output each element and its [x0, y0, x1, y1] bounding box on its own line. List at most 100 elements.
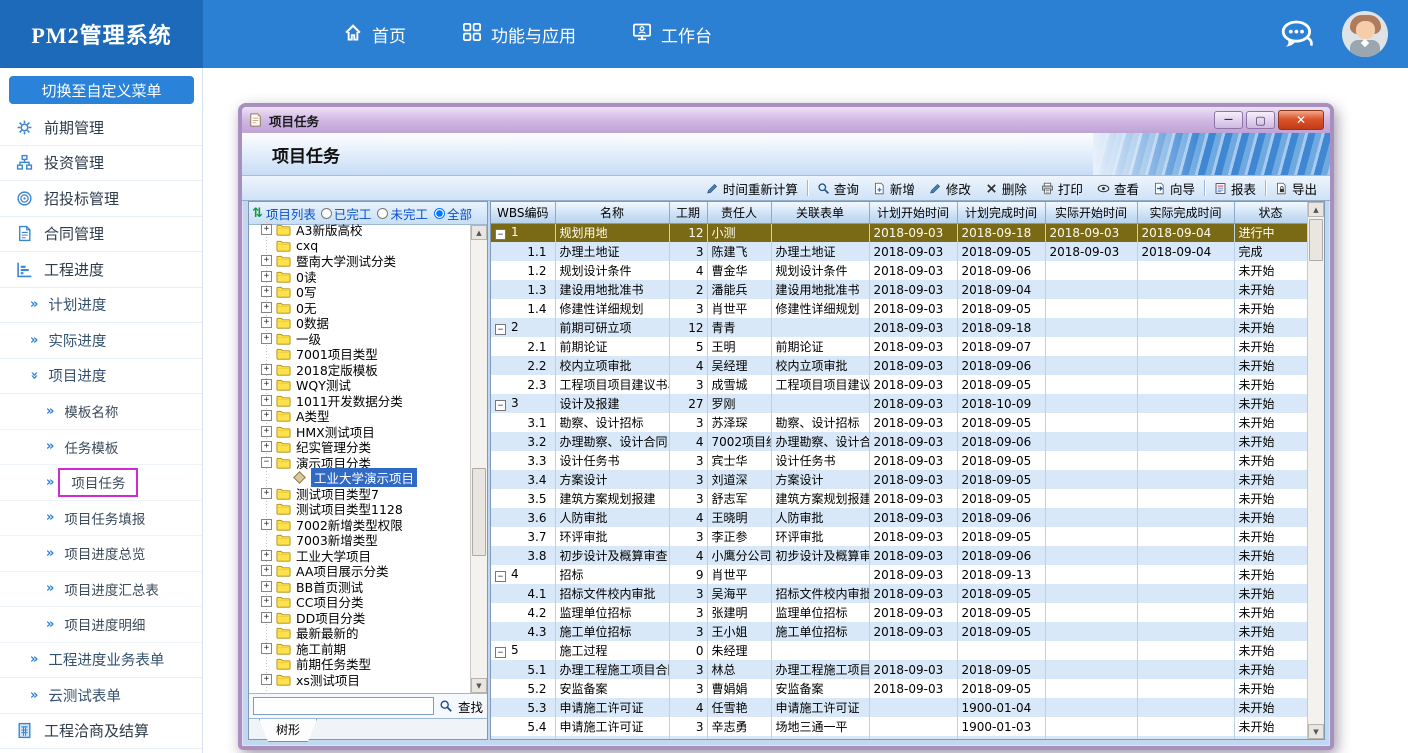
- table-row[interactable]: 1.1办理土地证3陈建飞办理土地证2018-09-032018-09-05201…: [491, 242, 1307, 261]
- edit-button[interactable]: 修改: [922, 177, 978, 200]
- table-row[interactable]: 4.3施工单位招标3王小姐施工单位招标2018-09-032018-09-05未…: [491, 622, 1307, 641]
- sidebar-item-cloud-test-forms[interactable]: »云测试表单: [0, 678, 202, 714]
- expand-icon[interactable]: +: [261, 426, 272, 437]
- nav-item-workbench[interactable]: 工作台: [632, 22, 712, 47]
- sidebar-item-contract[interactable]: 合同管理: [0, 217, 202, 253]
- column-header-3[interactable]: 责任人: [707, 202, 771, 223]
- table-row[interactable]: 1.3建设用地批准书2潘能兵建设用地批准书2018-09-032018-09-0…: [491, 280, 1307, 299]
- table-row[interactable]: 1.2规划设计条件4曹金华规划设计条件2018-09-032018-09-06未…: [491, 261, 1307, 280]
- column-header-6[interactable]: 计划完成时间: [957, 202, 1045, 223]
- expand-icon[interactable]: +: [261, 643, 272, 654]
- sidebar-item-task-template[interactable]: »任务模板: [0, 430, 202, 466]
- export-button[interactable]: 导出: [1268, 177, 1324, 200]
- row-collapse-icon[interactable]: −: [495, 571, 506, 582]
- table-scroll-thumb[interactable]: [1309, 219, 1323, 261]
- sidebar-item-progress-overview[interactable]: »项目进度总览: [0, 536, 202, 572]
- row-collapse-icon[interactable]: −: [495, 324, 506, 335]
- expand-icon[interactable]: +: [261, 441, 272, 452]
- collapse-icon[interactable]: −: [261, 457, 272, 468]
- expand-icon[interactable]: +: [261, 271, 272, 282]
- column-header-0[interactable]: WBS编码: [491, 202, 555, 223]
- expand-icon[interactable]: +: [261, 224, 272, 235]
- nav-item-apps[interactable]: 功能与应用: [462, 22, 576, 47]
- filter-uncompleted[interactable]: 未完工: [377, 204, 428, 223]
- tree-scroll-thumb[interactable]: [472, 468, 486, 556]
- sidebar-item-actual-progress[interactable]: »实际进度: [0, 323, 202, 359]
- tree-scroll-track[interactable]: [471, 240, 487, 678]
- table-row[interactable]: 3.6人防审批4王晓明人防审批2018-09-032018-09-06未开始: [491, 508, 1307, 527]
- table-row[interactable]: 3.3设计任务书3宾士华设计任务书2018-09-032018-09-05未开始: [491, 451, 1307, 470]
- tree-item[interactable]: +BB首页测试: [261, 579, 470, 595]
- expand-icon[interactable]: +: [261, 410, 272, 421]
- expand-icon[interactable]: +: [261, 364, 272, 375]
- sidebar-item-negotiation-settlement[interactable]: 工程洽商及结算: [0, 714, 202, 750]
- sidebar-item-progress-forms[interactable]: »工程进度业务表单: [0, 643, 202, 679]
- table-row[interactable]: 1.4修建性详细规划3肖世平修建性详细规划2018-09-032018-09-0…: [491, 299, 1307, 318]
- expand-icon[interactable]: +: [261, 550, 272, 561]
- table-row[interactable]: −5施工过程0朱经理未开始: [491, 641, 1307, 660]
- sidebar-item-progress-detail[interactable]: »项目进度明细: [0, 607, 202, 643]
- column-header-9[interactable]: 状态: [1234, 202, 1307, 223]
- expand-icon[interactable]: +: [261, 302, 272, 313]
- column-header-8[interactable]: 实际完成时间: [1137, 202, 1234, 223]
- tree-search-input[interactable]: [253, 697, 434, 715]
- tree-item[interactable]: +2018定版模板: [261, 362, 470, 378]
- table-row[interactable]: 3.5建筑方案规划报建3舒志军建筑方案规划报建2018-09-032018-09…: [491, 489, 1307, 508]
- sidebar-item-project-progress[interactable]: »项目进度: [0, 359, 202, 395]
- table-row[interactable]: 5.3申请施工许可证4任雪艳申请施工许可证1900-01-04未开始: [491, 698, 1307, 717]
- table-row[interactable]: 3.8初步设计及概算审查4小鹰分公司初步设计及概算审查2018-09-03201…: [491, 546, 1307, 565]
- nav-item-home[interactable]: 首页: [343, 22, 406, 47]
- table-row[interactable]: 3.7环评审批3李正参环评审批2018-09-032018-09-05未开始: [491, 527, 1307, 546]
- expand-icon[interactable]: +: [261, 379, 272, 390]
- filter-radio-uncompleted[interactable]: [377, 208, 388, 219]
- recalc-button[interactable]: 时间重新计算: [699, 177, 805, 200]
- expand-icon[interactable]: +: [261, 581, 272, 592]
- column-header-4[interactable]: 关联表单: [771, 202, 869, 223]
- table-row[interactable]: 2.1前期论证5王明前期论证2018-09-032018-09-07未开始: [491, 337, 1307, 356]
- table-row[interactable]: −2前期可研立项12青青2018-09-032018-09-18未开始: [491, 318, 1307, 337]
- table-row[interactable]: 2.3工程项目项目建议书、3成雪城工程项目项目建议书2018-09-032018…: [491, 375, 1307, 394]
- user-avatar[interactable]: [1342, 11, 1388, 57]
- sidebar-item-project-tasks[interactable]: »项目任务: [0, 465, 202, 501]
- switch-menu-button[interactable]: 切换至自定义菜单: [9, 76, 194, 104]
- table-row[interactable]: 3.1勘察、设计招标3苏泽琛勘察、设计招标2018-09-032018-09-0…: [491, 413, 1307, 432]
- find-button[interactable]: 查找: [458, 697, 483, 716]
- table-row[interactable]: 4.1招标文件校内审批3吴海平招标文件校内审批2018-09-032018-09…: [491, 584, 1307, 603]
- expand-icon[interactable]: +: [261, 395, 272, 406]
- column-header-2[interactable]: 工期: [669, 202, 707, 223]
- table-row[interactable]: 3.2办理勘察、设计合同47002项目经理办理勘察、设计合同2018-09-03…: [491, 432, 1307, 451]
- expand-icon[interactable]: +: [261, 488, 272, 499]
- scroll-down-icon[interactable]: ▼: [471, 678, 487, 693]
- table-row[interactable]: 5.4申请施工许可证3辛志勇场地三通一平1900-01-03未开始: [491, 717, 1307, 736]
- sidebar-item-investment[interactable]: 投资管理: [0, 146, 202, 182]
- minimize-button[interactable]: [1214, 111, 1243, 129]
- expand-icon[interactable]: +: [261, 596, 272, 607]
- view-button[interactable]: 查看: [1090, 177, 1146, 200]
- expand-icon[interactable]: +: [261, 674, 272, 685]
- scroll-down-icon[interactable]: ▼: [1308, 724, 1324, 739]
- table-row[interactable]: 5.5申请施工许可证4王知情主体工程施工1900-01-04未开始: [491, 736, 1307, 739]
- column-header-7[interactable]: 实际开始时间: [1045, 202, 1137, 223]
- table-row[interactable]: 5.2安监备案3曹娟娟安监备案2018-09-032018-09-05未开始: [491, 679, 1307, 698]
- expand-icon[interactable]: +: [261, 519, 272, 530]
- tree-item[interactable]: +前期任务类型: [261, 656, 470, 672]
- query-button[interactable]: 查询: [810, 177, 866, 200]
- maximize-button[interactable]: [1246, 111, 1275, 129]
- table-scrollbar[interactable]: ▲ ▼: [1307, 202, 1324, 739]
- tree-item[interactable]: +0数据: [261, 315, 470, 331]
- sidebar-item-progress[interactable]: 工程进度: [0, 252, 202, 288]
- tab-tree-view[interactable]: 树形: [259, 719, 317, 742]
- sidebar-item-template-name[interactable]: »模板名称: [0, 394, 202, 430]
- filter-completed[interactable]: 已完工: [321, 204, 372, 223]
- tree-scrollbar[interactable]: ▲ ▼: [470, 225, 487, 693]
- chat-icon[interactable]: [1278, 18, 1316, 50]
- tree-item[interactable]: +CC项目分类: [261, 594, 470, 610]
- filter-radio-completed[interactable]: [321, 208, 332, 219]
- tree-item[interactable]: +0读: [261, 269, 470, 285]
- tree-item[interactable]: +暨南大学测试分类: [261, 253, 470, 269]
- table-row[interactable]: −3设计及报建27罗刚2018-09-032018-10-09未开始: [491, 394, 1307, 413]
- report-button[interactable]: 报表: [1207, 177, 1263, 200]
- scroll-up-icon[interactable]: ▲: [471, 225, 487, 240]
- table-row[interactable]: 3.4方案设计3刘道深方案设计2018-09-032018-09-05未开始: [491, 470, 1307, 489]
- print-button[interactable]: 打印: [1034, 177, 1090, 200]
